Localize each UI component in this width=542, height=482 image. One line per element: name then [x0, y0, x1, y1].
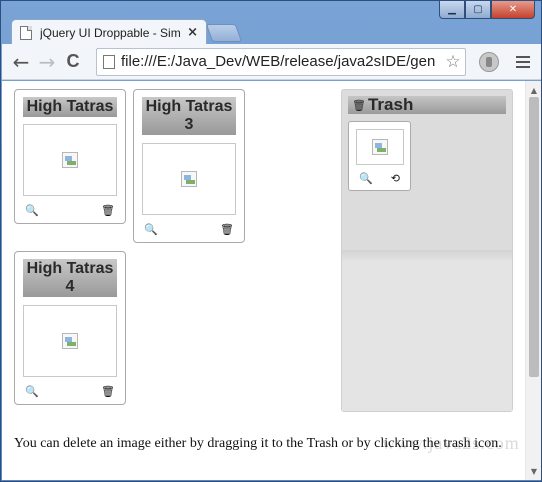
- bookmark-star-icon[interactable]: ☆: [441, 52, 465, 72]
- gallery-item[interactable]: High Tatras 4 🔍 🗑: [14, 251, 126, 405]
- instructions-text: You can delete an image either by draggi…: [14, 436, 502, 451]
- back-button[interactable]: ←: [8, 49, 34, 75]
- trash-header: 🗑 Trash: [348, 95, 506, 114]
- trash-item-image[interactable]: [356, 129, 404, 165]
- trash-icon[interactable]: 🗑: [101, 204, 115, 218]
- trash-icon: 🗑: [352, 98, 366, 112]
- menu-icon[interactable]: [508, 47, 538, 77]
- page-viewport: High Tatras 🔍 🗑 High Tatras 3 🔍 🗑 High T…: [2, 81, 541, 480]
- page-favicon-icon: [20, 25, 32, 40]
- tab-close-icon[interactable]: ×: [187, 25, 198, 40]
- gallery-item-image[interactable]: [142, 143, 236, 215]
- url-input[interactable]: [121, 53, 441, 70]
- zoom-icon[interactable]: 🔍: [144, 223, 158, 237]
- trash-icon[interactable]: 🗑: [101, 385, 115, 399]
- new-tab-button[interactable]: [205, 24, 243, 42]
- gallery-item-image[interactable]: [23, 305, 117, 377]
- trash-dropzone[interactable]: 🗑 Trash 🔍 ⟲: [341, 89, 513, 412]
- zoom-icon[interactable]: 🔍: [359, 172, 373, 186]
- broken-image-icon: [62, 333, 78, 349]
- gallery-item-title[interactable]: High Tatras: [23, 97, 117, 117]
- browser-window: ▁ ▢ ✕ jQuery UI Droppable - Sim × ← → C …: [0, 0, 542, 482]
- browser-toolbar: ← → C ☆: [2, 44, 541, 80]
- scroll-down-icon[interactable]: ▼: [526, 464, 541, 478]
- trash-icon[interactable]: 🗑: [220, 223, 234, 237]
- gallery-item-title[interactable]: High Tatras 3: [142, 97, 236, 135]
- trash-title: Trash: [367, 95, 414, 114]
- reload-button[interactable]: C: [60, 49, 86, 75]
- address-bar[interactable]: ☆: [96, 47, 466, 76]
- trash-item[interactable]: 🔍 ⟲: [348, 121, 411, 191]
- recycle-icon[interactable]: ⟲: [391, 172, 400, 186]
- gallery-item[interactable]: High Tatras 3 🔍 🗑: [133, 89, 245, 243]
- broken-image-icon: [372, 139, 388, 155]
- tab-active[interactable]: jQuery UI Droppable - Sim ×: [11, 19, 207, 45]
- forward-button[interactable]: →: [34, 49, 60, 75]
- broken-image-icon: [181, 171, 197, 187]
- trash-drop-area: [342, 250, 512, 411]
- tab-strip: jQuery UI Droppable - Sim ×: [1, 15, 541, 45]
- zoom-icon[interactable]: 🔍: [25, 385, 39, 399]
- extension-icon[interactable]: [474, 47, 504, 77]
- page-icon: [103, 54, 115, 69]
- gallery-item[interactable]: High Tatras 🔍 🗑: [14, 89, 126, 224]
- vertical-scrollbar[interactable]: ▲ ▼: [525, 81, 541, 480]
- scrollbar-thumb[interactable]: [529, 97, 539, 377]
- tab-title: jQuery UI Droppable - Sim: [40, 25, 181, 40]
- broken-image-icon: [62, 152, 78, 168]
- zoom-icon[interactable]: 🔍: [25, 204, 39, 218]
- gallery-item-image[interactable]: [23, 124, 117, 196]
- scroll-up-icon[interactable]: ▲: [526, 83, 541, 97]
- gallery-item-title[interactable]: High Tatras 4: [23, 259, 117, 297]
